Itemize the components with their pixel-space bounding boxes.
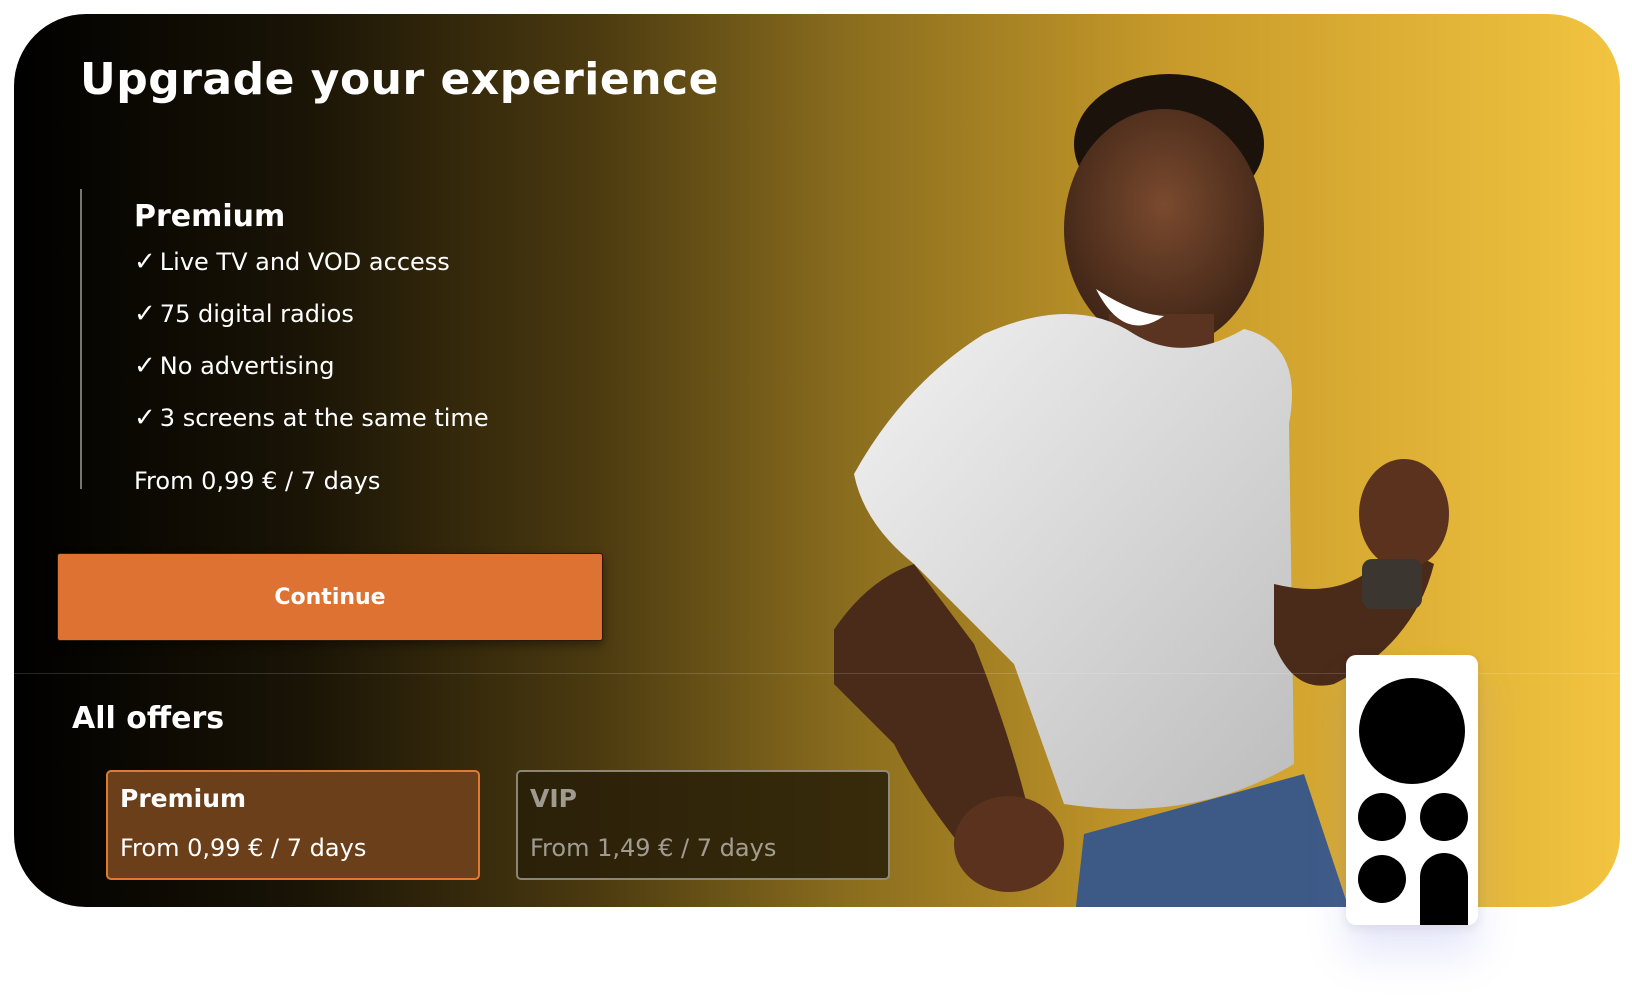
hero-person-image: [834, 74, 1449, 907]
offer-name: Premium: [120, 784, 247, 813]
plan-price: From 0,99 € / 7 days: [134, 467, 381, 495]
offer-price: From 0,99 € / 7 days: [120, 834, 367, 862]
check-icon: ✓: [134, 299, 156, 329]
remote-control-icon: [1358, 678, 1468, 925]
offer-name: VIP: [530, 784, 577, 813]
feature-item: ✓ Live TV and VOD access: [134, 247, 450, 277]
remote-control-widget[interactable]: [1346, 655, 1478, 925]
feature-item: ✓ 75 digital radios: [134, 299, 354, 329]
page-title: Upgrade your experience: [80, 54, 719, 105]
feature-label: Live TV and VOD access: [159, 248, 450, 276]
feature-label: 3 screens at the same time: [159, 404, 489, 432]
feature-label: No advertising: [159, 352, 335, 380]
offer-price: From 1,49 € / 7 days: [530, 834, 777, 862]
offer-vip[interactable]: VIP From 1,49 € / 7 days: [516, 770, 890, 880]
feature-item: ✓ 3 screens at the same time: [134, 403, 489, 433]
continue-button[interactable]: Continue: [57, 553, 603, 641]
plan-name: Premium: [134, 199, 286, 234]
plan-details: Premium ✓ Live TV and VOD access ✓ 75 digi…: [80, 189, 542, 495]
feature-item: ✓ No advertising: [134, 351, 335, 381]
feature-label: 75 digital radios: [159, 300, 354, 328]
check-icon: ✓: [134, 403, 156, 433]
check-icon: ✓: [134, 351, 156, 381]
offer-premium[interactable]: Premium From 0,99 € / 7 days: [106, 770, 480, 880]
check-icon: ✓: [134, 247, 156, 277]
all-offers-title: All offers: [72, 701, 225, 736]
